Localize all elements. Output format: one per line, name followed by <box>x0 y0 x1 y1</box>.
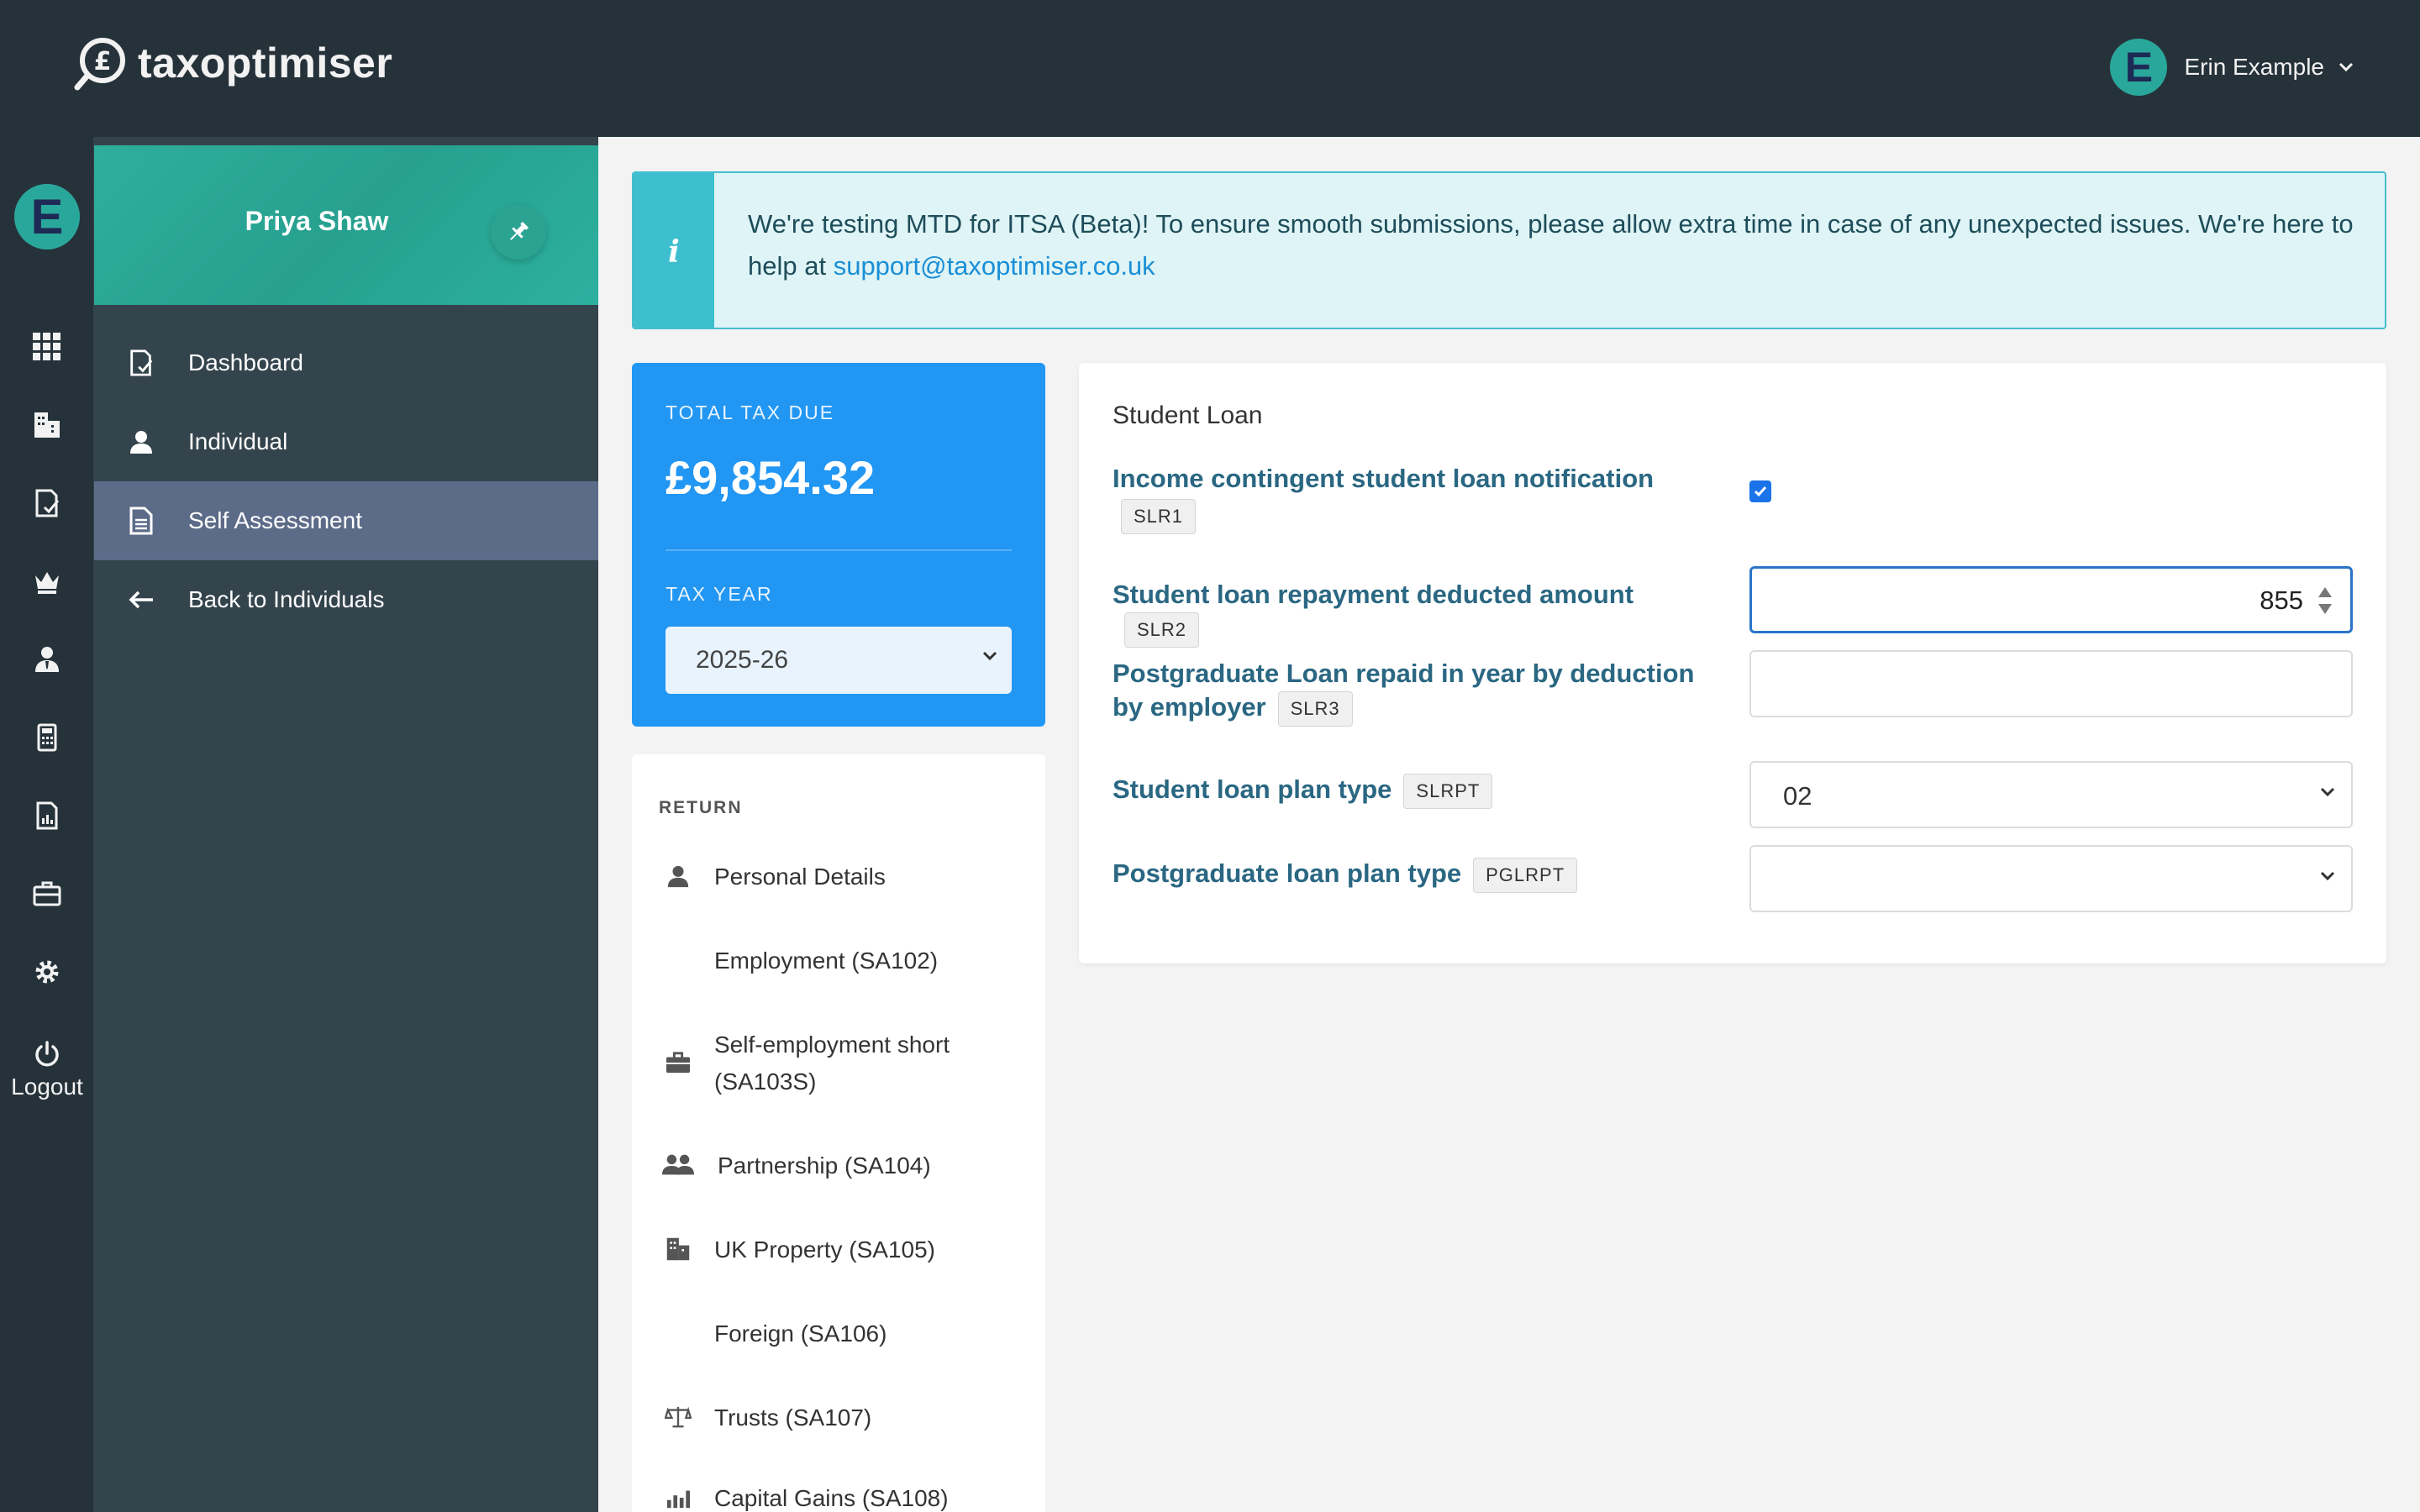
slr2-input[interactable]: 855 <box>1749 566 2353 633</box>
input-value: 855 <box>2260 585 2303 615</box>
code-badge: SLR1 <box>1121 499 1197 534</box>
nav-item-self-assessment[interactable]: Self Assessment <box>94 481 598 560</box>
return-item-label: Trusts (SA107) <box>714 1404 872 1431</box>
user-icon <box>124 425 158 459</box>
tax-year-select[interactable]: 2025-26 <box>666 627 1012 694</box>
return-nav: RETURN Personal Details Employment (SA10… <box>632 754 1045 1512</box>
form-title: Student Loan <box>1113 402 1263 429</box>
client-name: Priya Shaw <box>245 206 389 236</box>
client-header: Priya Shaw <box>94 145 598 305</box>
return-item-label: Personal Details <box>714 864 886 890</box>
field-label-text: Postgraduate loan plan type <box>1113 858 1462 888</box>
briefcase-icon[interactable] <box>30 877 64 911</box>
document-icon <box>124 504 158 538</box>
nav-item-label: Dashboard <box>188 349 303 375</box>
user-name: Erin Example <box>2184 54 2324 80</box>
report-icon[interactable] <box>30 799 64 832</box>
support-email-link[interactable]: support@taxoptimiser.co.uk <box>834 251 1155 281</box>
chevron-down-icon <box>2320 871 2335 881</box>
taxoptimiser-logo[interactable]: £ taxoptimiser <box>74 32 392 94</box>
client-sidebar: Priya Shaw Dashboard Individual Self Ass… <box>94 137 598 1512</box>
chevron-down-icon <box>2320 787 2335 797</box>
info-icon: i <box>634 173 714 328</box>
chevron-down-icon <box>2338 62 2354 72</box>
nav-item-individual[interactable]: Individual <box>94 402 598 481</box>
user-tie-icon[interactable] <box>30 643 64 676</box>
user-avatar: E <box>2110 39 2168 96</box>
tax-summary-card: TOTAL TAX DUE £9,854.32 TAX YEAR 2025-26 <box>632 363 1045 727</box>
pin-icon <box>510 221 529 240</box>
svg-text:£: £ <box>94 47 112 76</box>
power-icon <box>35 1041 59 1067</box>
apps-grid-icon[interactable] <box>30 330 64 364</box>
slr1-checkbox[interactable] <box>1749 480 1771 502</box>
return-item-label: UK Property (SA105) <box>714 1236 935 1263</box>
gear-icon[interactable] <box>30 955 64 989</box>
code-badge: PGLRPT <box>1473 857 1578 893</box>
calculator-icon[interactable] <box>30 721 64 754</box>
return-item-label: Self-employment short (SA103S) <box>714 1032 950 1095</box>
return-item-label: Capital Gains (SA108) <box>714 1485 949 1511</box>
logout-label: Logout <box>11 1074 83 1100</box>
chart-icon <box>662 1482 694 1512</box>
nav-item-label: Back to Individuals <box>188 586 385 612</box>
code-badge: SLR3 <box>1277 690 1353 727</box>
field-label-text: Postgraduate Loan repaid in year by dedu… <box>1113 659 1695 722</box>
nav-item-back-to-individuals[interactable]: Back to Individuals <box>94 560 598 639</box>
slr3-input[interactable] <box>1749 650 2353 717</box>
number-spinner-icon[interactable] <box>2317 584 2333 617</box>
field-label-text: Student loan plan type <box>1113 774 1392 804</box>
notice-text: We're testing MTD for ITSA (Beta)! To en… <box>748 203 2361 287</box>
slr1-label: Income contingent student loan notificat… <box>1113 462 1718 534</box>
slrpt-select[interactable]: 02 <box>1749 761 2353 828</box>
select-value: 02 <box>1783 781 1812 811</box>
slr3-label: Postgraduate Loan repaid in year by dedu… <box>1113 657 1718 727</box>
pin-button[interactable] <box>491 204 546 260</box>
user-icon <box>662 860 694 892</box>
total-tax-label: TOTAL TAX DUE <box>666 402 835 423</box>
return-item-label: Foreign (SA106) <box>714 1320 887 1347</box>
icon-rail: E Logout <box>0 137 94 1512</box>
top-bar: £ taxoptimiser E Erin Example <box>0 0 2420 137</box>
return-label: RETURN <box>659 798 743 817</box>
field-label-text: Student loan repayment deducted amount <box>1113 580 1634 609</box>
chevron-down-icon <box>982 651 997 661</box>
magnifier-pound-icon: £ <box>74 38 125 91</box>
building-icon[interactable] <box>30 408 64 442</box>
field-label-text: Income contingent student loan notificat… <box>1113 464 1655 493</box>
nav-item-dashboard[interactable]: Dashboard <box>94 323 598 402</box>
building-icon <box>662 1233 694 1265</box>
beta-notice: i We're testing MTD for ITSA (Beta)! To … <box>632 171 2386 329</box>
return-item-label: Employment (SA102) <box>714 948 939 974</box>
total-tax-amount: £9,854.32 <box>666 451 876 504</box>
code-badge: SLR2 <box>1124 612 1200 648</box>
arrow-left-icon <box>124 583 158 617</box>
document-check-icon <box>124 346 158 380</box>
users-icon <box>662 1149 694 1181</box>
slrpt-label: Student loan plan type SLRPT <box>1113 773 1718 809</box>
tax-year-label: TAX YEAR <box>666 583 773 605</box>
user-menu[interactable]: E Erin Example <box>2110 38 2354 97</box>
pglrpt-label: Postgraduate loan plan type PGLRPT <box>1113 857 1718 893</box>
logout-button[interactable]: Logout <box>0 1040 94 1100</box>
nav-item-label: Self Assessment <box>188 507 362 533</box>
tax-year-value: 2025-26 <box>696 646 789 674</box>
scales-icon <box>662 1401 694 1433</box>
student-loan-form: Student Loan Income contingent student l… <box>1079 363 2386 963</box>
crown-icon[interactable] <box>30 564 64 598</box>
logo-text: taxoptimiser <box>138 39 393 87</box>
return-item-label: Partnership (SA104) <box>718 1152 931 1179</box>
nav-item-label: Individual <box>188 428 288 454</box>
rail-avatar[interactable]: E <box>14 184 80 249</box>
briefcase-icon <box>662 1047 694 1079</box>
divider <box>666 549 1012 551</box>
slr2-label: Student loan repayment deducted amount SL… <box>1113 578 1718 648</box>
document-check-icon[interactable] <box>30 486 64 520</box>
code-badge: SLRPT <box>1403 773 1493 809</box>
pglrpt-select[interactable] <box>1749 845 2353 912</box>
check-icon <box>1754 486 1767 497</box>
